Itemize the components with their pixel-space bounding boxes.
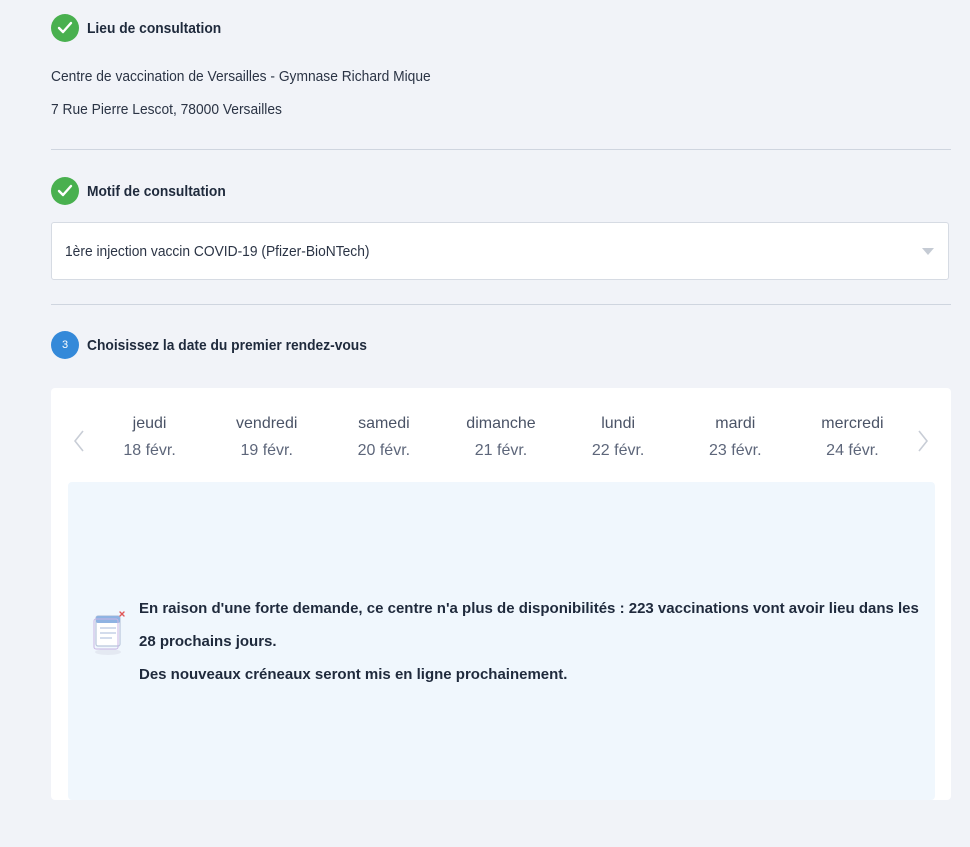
day-date: 23 févr.: [709, 442, 762, 459]
notice-line-2: Des nouveaux créneaux seront mis en lign…: [139, 666, 568, 683]
day-date: 21 févr.: [474, 442, 528, 459]
step-date-title: Choisissez la date du premier rendez-vou…: [87, 336, 367, 354]
day-name: dimanche: [466, 415, 536, 432]
center-name: Centre de vaccination de Versailles - Gy…: [51, 68, 431, 85]
day-date: 22 févr.: [591, 442, 645, 459]
day-name: jeudi: [132, 415, 167, 432]
step-number-badge: 3: [51, 331, 79, 359]
day-name: vendredi: [236, 415, 298, 432]
check-icon: [51, 14, 79, 42]
day-name: samedi: [358, 415, 410, 432]
day-column: lundi 22 févr.: [560, 412, 677, 466]
previous-week-button[interactable]: [71, 428, 87, 454]
day-date: 24 févr.: [826, 442, 879, 459]
step-lieu-header: Lieu de consultation: [51, 14, 233, 42]
next-week-button[interactable]: [915, 428, 931, 454]
day-column: vendredi 19 févr.: [208, 412, 325, 466]
day-column: dimanche 21 févr.: [442, 412, 559, 466]
reason-select[interactable]: 1ère injection vaccin COVID-19 (Pfizer-B…: [51, 222, 949, 280]
center-address: 7 Rue Pierre Lescot, 78000 Versailles: [51, 101, 282, 118]
no-availability-notice: En raison d'une forte demande, ce centre…: [68, 482, 935, 800]
divider: [51, 304, 951, 305]
availability-calendar: jeudi 18 févr. vendredi 19 févr. samedi …: [51, 388, 951, 800]
day-date: 20 févr.: [357, 442, 411, 459]
chevron-down-icon[interactable]: [922, 247, 934, 255]
step-motif-header: Motif de consultation: [51, 177, 238, 205]
day-column: mercredi 24 févr.: [794, 412, 911, 466]
day-name: mercredi: [821, 415, 884, 432]
reason-select-value: 1ère injection vaccin COVID-19 (Pfizer-B…: [65, 242, 370, 260]
notice-line-1: En raison d'une forte demande, ce centre…: [139, 600, 919, 650]
day-date: 19 févr.: [240, 442, 293, 459]
notice-message: En raison d'une forte demande, ce centre…: [139, 592, 919, 691]
day-name: mardi: [715, 415, 756, 432]
step-date-header: 3 Choisissez la date du premier rendez-v…: [51, 331, 391, 359]
calendar-unavailable-icon: [92, 610, 126, 661]
check-icon: [51, 177, 79, 205]
divider: [51, 149, 951, 150]
day-date: 18 févr.: [123, 442, 176, 459]
step-lieu-title: Lieu de consultation: [87, 19, 222, 37]
day-column: jeudi 18 févr.: [91, 412, 208, 466]
step-motif-title: Motif de consultation: [87, 182, 226, 200]
day-column: samedi 20 févr.: [325, 412, 442, 466]
day-name: lundi: [601, 415, 636, 432]
day-column: mardi 23 févr.: [677, 412, 794, 466]
day-columns: jeudi 18 févr. vendredi 19 févr. samedi …: [91, 412, 911, 466]
